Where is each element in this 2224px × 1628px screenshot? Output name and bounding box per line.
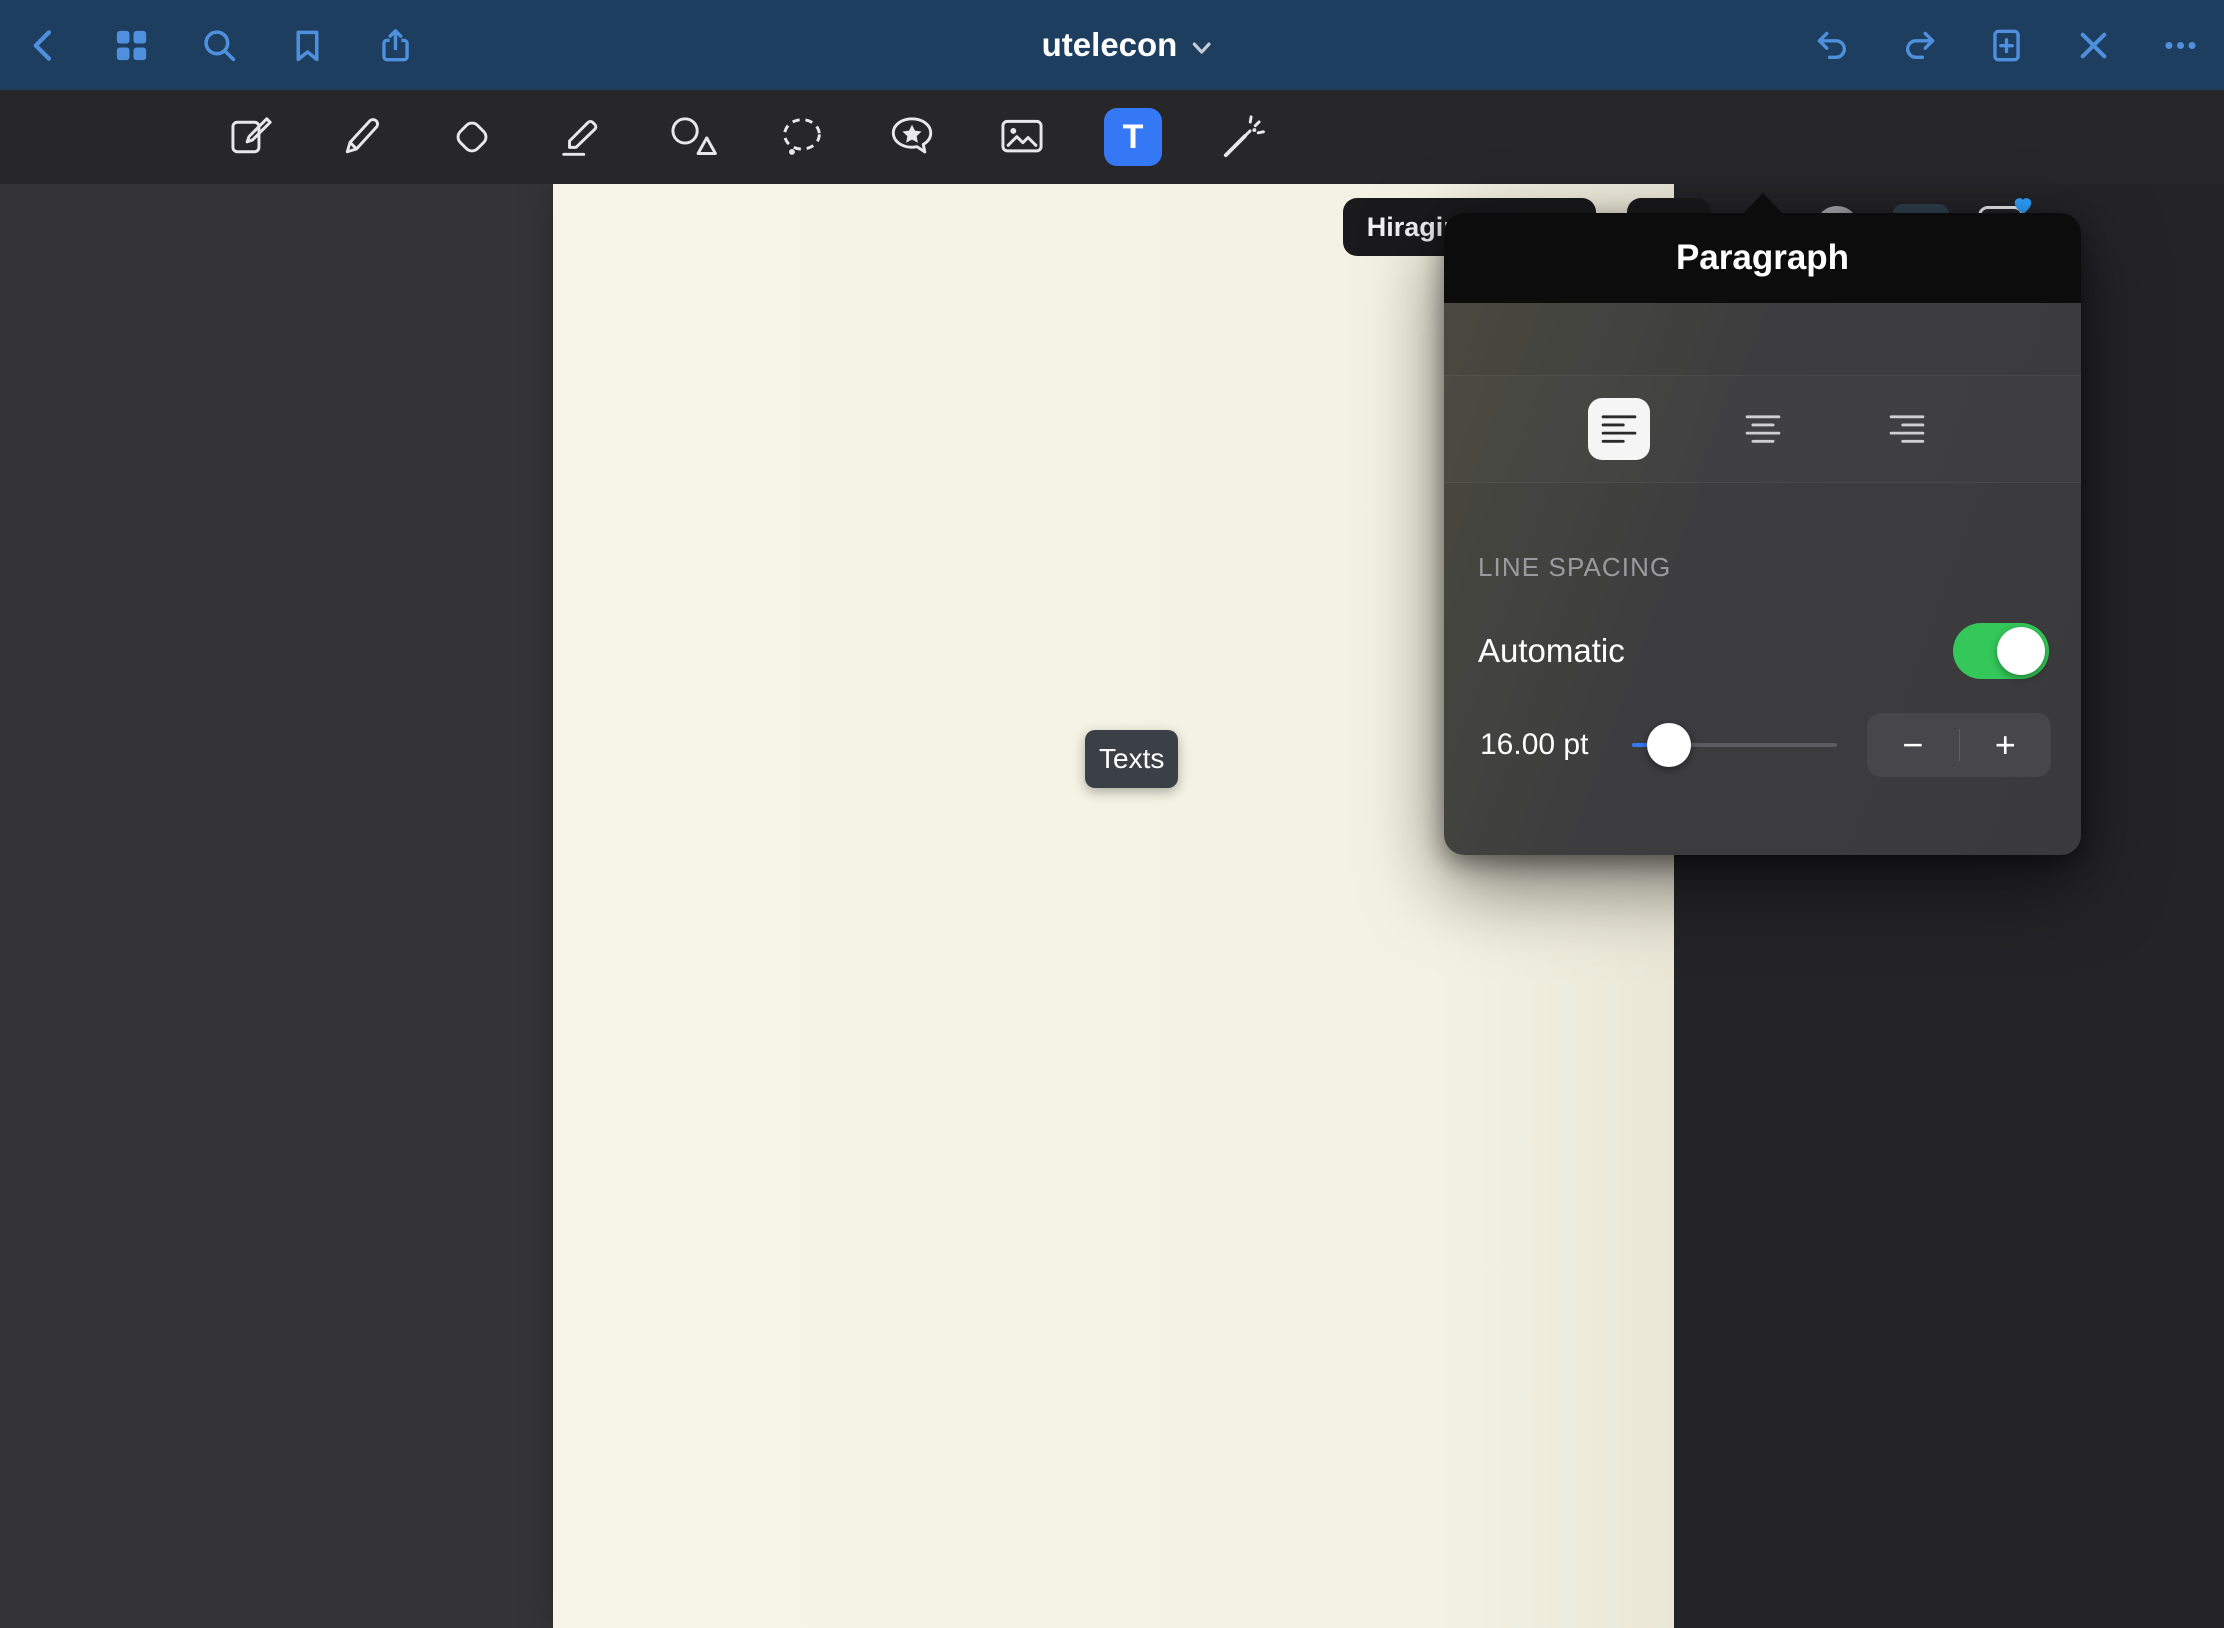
search-button[interactable] [199, 25, 239, 65]
paragraph-popover: Paragraph LINE SPACING Automatic 16.00 p… [1444, 213, 2081, 855]
text-tool-button[interactable]: T [1104, 108, 1162, 166]
document-title: utelecon [1042, 26, 1178, 64]
popover-arrow [1742, 193, 1784, 215]
line-spacing-value: 16.00 pt [1480, 728, 1614, 762]
highlighter-tool-button[interactable] [554, 109, 610, 165]
pen-tool-button[interactable] [334, 109, 390, 165]
align-left-icon [1601, 413, 1637, 445]
notes-app-screen: utelecon [0, 0, 2224, 1628]
laser-pointer-tool-button[interactable] [1216, 109, 1272, 165]
align-right-icon [1889, 413, 1925, 445]
redo-icon [1901, 27, 1938, 64]
canvas-left-margin [0, 184, 553, 1628]
line-spacing-slider[interactable] [1632, 722, 1837, 768]
slider-knob[interactable] [1647, 723, 1691, 767]
bookmark-icon [289, 27, 326, 64]
topbar-left-group [23, 0, 415, 90]
selected-text-object[interactable]: Texts [1085, 730, 1178, 788]
automatic-toggle[interactable] [1953, 623, 2049, 679]
lasso-icon [776, 111, 828, 163]
align-center-option[interactable] [1732, 398, 1794, 460]
align-center-icon [1745, 413, 1781, 445]
toggle-knob [1997, 627, 2045, 675]
notebook-pen-tool-button[interactable] [224, 109, 280, 165]
alignment-row [1444, 375, 2081, 483]
align-right-option[interactable] [1876, 398, 1938, 460]
eraser-tool-button[interactable] [444, 109, 500, 165]
line-spacing-value-row: 16.00 pt − + [1444, 697, 2081, 793]
text-tool-glyph: T [1123, 118, 1144, 157]
eraser-icon [446, 111, 498, 163]
popover-header: Paragraph [1444, 213, 2081, 303]
undo-icon [1814, 27, 1851, 64]
bookmark-button[interactable] [287, 25, 327, 65]
pen-icon [336, 111, 388, 163]
popover-spacer [1444, 303, 2081, 375]
shapes-icon [666, 111, 718, 163]
sticker-star-icon [886, 111, 938, 163]
increase-button[interactable]: + [1960, 713, 2052, 777]
share-button[interactable] [375, 25, 415, 65]
laser-pointer-icon [1218, 111, 1270, 163]
undo-button[interactable] [1812, 25, 1852, 65]
automatic-row: Automatic [1444, 605, 2081, 697]
document-title-button[interactable]: utelecon [1042, 0, 1213, 90]
share-icon [377, 27, 414, 64]
decrease-button[interactable]: − [1867, 713, 1959, 777]
elements-tool-button[interactable] [884, 109, 940, 165]
lasso-tool-button[interactable] [774, 109, 830, 165]
shapes-tool-button[interactable] [664, 109, 720, 165]
image-tool-button[interactable] [994, 109, 1050, 165]
topbar-right-group [1812, 0, 2200, 90]
popover-title: Paragraph [1676, 238, 1849, 278]
top-navigation-bar: utelecon [0, 0, 2224, 90]
notebook-pen-icon [226, 111, 278, 163]
redo-button[interactable] [1899, 25, 1939, 65]
tool-group: T [224, 90, 1272, 184]
search-icon [201, 27, 238, 64]
line-spacing-stepper: − + [1867, 713, 2051, 777]
highlighter-icon [556, 111, 608, 163]
image-icon [996, 111, 1048, 163]
more-button[interactable] [2160, 25, 2200, 65]
back-chevron-icon [25, 27, 62, 64]
close-icon [2075, 27, 2112, 64]
add-page-icon [1988, 27, 2025, 64]
line-spacing-section-label: LINE SPACING [1478, 547, 2081, 587]
page-thumbnails-button[interactable] [111, 25, 151, 65]
add-page-button[interactable] [1986, 25, 2026, 65]
automatic-label: Automatic [1478, 632, 1625, 670]
ellipsis-icon [2162, 27, 2199, 64]
editing-toolbar: T HiraginoSans-... 16 T [0, 90, 2224, 184]
back-button[interactable] [23, 25, 63, 65]
grid-icon [113, 27, 150, 64]
align-left-option[interactable] [1588, 398, 1650, 460]
close-button[interactable] [2073, 25, 2113, 65]
chevron-down-icon [1190, 38, 1212, 60]
